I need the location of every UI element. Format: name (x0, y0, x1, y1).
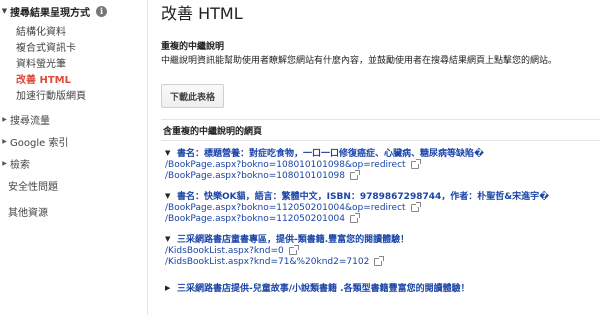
nav-search-traffic[interactable]: ▶ 搜尋流量 (0, 108, 147, 130)
external-link-icon[interactable] (350, 212, 360, 223)
sidebar-item-label: 資料螢光筆 (16, 58, 66, 70)
url-text: /BookPage.aspx?bokno=112050201004&op=red… (165, 202, 406, 213)
nav-section-search-appearance: ▼ 搜尋結果呈現方式 i 結構化資料 複合式資訊卡 資料螢光筆 改善 HTML … (0, 0, 147, 102)
url-text: /BookPage.aspx?bokno=108010101098 (165, 170, 345, 181)
info-icon[interactable]: i (96, 5, 107, 17)
page-title: 改善 HTML (161, 4, 243, 23)
section-description: 中繼說明資訊能幫助使用者瞭解您網站有什麼內容，並鼓勵使用者在搜尋結果網頁上點擊您… (161, 56, 558, 66)
sidebar-item-rich-cards[interactable]: 複合式資訊卡 (0, 38, 147, 54)
download-table-button[interactable]: 下載此表格 (161, 84, 225, 108)
page-list: ▼ 書名：標題營養：對症吃食物，一口一口修復癌症、心臟病、糖尿病等缺陷� /Bo… (161, 146, 600, 302)
group-title[interactable]: ▶ 三采網路書店提供-兒童故事/小說類書籍 .各類型書籍豐富您的閱讀體驗！ (165, 281, 600, 295)
main-content: 改善 HTML 重複的中繼說明 中繼說明資訊能幫助使用者瞭解您網站有什麼內容，並… (160, 0, 600, 315)
section-heading: 重複的中繼說明 (161, 42, 225, 52)
sidebar-item-label: 複合式資訊卡 (16, 42, 76, 54)
nav-label: 搜尋流量 (10, 115, 50, 127)
external-link-icon[interactable] (288, 244, 299, 255)
nav-crawl[interactable]: ▶ 檢索 (0, 152, 147, 174)
url-link[interactable]: /KidsBookList.aspx?knd=71&%20knd2=7102 (165, 255, 600, 267)
url-link[interactable]: /KidsBookList.aspx?knd=0 (165, 244, 600, 256)
page-group: ▼ 書名：快樂OK貓，語言：繁體中文，ISBN：9789867298744，作者… (161, 189, 600, 224)
table-header: 含重複的中繼說明的網頁 (161, 119, 600, 141)
triangle-down-icon: ▼ (165, 234, 171, 243)
triangle-right-icon: ▶ (2, 115, 7, 123)
url-text: /BookPage.aspx?bokno=112050201004 (165, 213, 345, 224)
nav-label: 檢索 (10, 159, 30, 171)
triangle-right-icon: ▶ (2, 159, 7, 167)
url-text: /KidsBookList.aspx?knd=71&%20knd2=7102 (165, 256, 370, 267)
triangle-down-icon: ▼ (1, 7, 8, 15)
sidebar-item-label: 結構化資料 (16, 26, 66, 38)
nav-google-index[interactable]: ▶ Google 索引 (0, 130, 147, 152)
sidebar-item-html-improvements[interactable]: 改善 HTML (0, 70, 147, 86)
group-title[interactable]: ▼ 書名：標題營養：對症吃食物，一口一口修復癌症、心臟病、糖尿病等缺陷� (165, 146, 600, 160)
triangle-down-icon: ▼ (165, 191, 171, 200)
group-title[interactable]: ▼ 書名：快樂OK貓，語言：繁體中文，ISBN：9789867298744，作者… (165, 189, 600, 203)
url-link[interactable]: /BookPage.aspx?bokno=112050201004&op=red… (165, 201, 600, 213)
nav-label: 其他資源 (8, 207, 48, 219)
sidebar-item-structured-data[interactable]: 結構化資料 (0, 22, 147, 38)
group-title-text: 書名：標題營養：對症吃食物，一口一口修復癌症、心臟病、糖尿病等缺陷� (177, 149, 485, 159)
nav-other-resources[interactable]: 其他資源 (0, 200, 147, 222)
sidebar-item-label: 加速行動版網頁 (16, 90, 86, 102)
sidebar-item-label: 改善 HTML (16, 74, 71, 86)
group-title-text: 三采網路書店童書專區，提供-類書籍.豐富您的閱讀體驗！ (177, 235, 410, 245)
external-link-icon[interactable] (410, 158, 421, 169)
group-title-text: 書名：快樂OK貓，語言：繁體中文，ISBN：9789867298744，作者：朴… (177, 192, 550, 202)
sidebar-item-data-highlighter[interactable]: 資料螢光筆 (0, 54, 147, 70)
triangle-right-icon: ▶ (2, 137, 7, 145)
url-text: /KidsBookList.aspx?knd=0 (165, 245, 284, 256)
group-title[interactable]: ▼ 三采網路書店童書專區，提供-類書籍.豐富您的閱讀體驗！ (165, 232, 600, 246)
url-text: /BookPage.aspx?bokno=108010101098&op=red… (165, 159, 406, 170)
page-group: ▶ 三采網路書店提供-兒童故事/小說類書籍 .各類型書籍豐富您的閱讀體驗！ (161, 281, 600, 295)
sidebar: ▼ 搜尋結果呈現方式 i 結構化資料 複合式資訊卡 資料螢光筆 改善 HTML … (0, 0, 148, 315)
external-link-icon[interactable] (350, 169, 360, 180)
external-link-icon[interactable] (410, 201, 421, 212)
triangle-right-icon: ▶ (165, 283, 171, 292)
url-link[interactable]: /BookPage.aspx?bokno=108010101098 (165, 169, 600, 181)
nav-label: Google 索引 (10, 137, 69, 149)
sidebar-item-amp[interactable]: 加速行動版網頁 (0, 86, 147, 102)
url-link[interactable]: /BookPage.aspx?bokno=112050201004 (165, 212, 600, 224)
url-link[interactable]: /BookPage.aspx?bokno=108010101098&op=red… (165, 158, 600, 170)
group-title-text: 三采網路書店提供-兒童故事/小說類書籍 .各類型書籍豐富您的閱讀體驗！ (177, 284, 470, 294)
external-link-icon[interactable] (374, 255, 385, 266)
nav-header-search-appearance[interactable]: ▼ 搜尋結果呈現方式 i (0, 0, 147, 22)
page-group: ▼ 書名：標題營養：對症吃食物，一口一口修復癌症、心臟病、糖尿病等缺陷� /Bo… (161, 146, 600, 181)
page-group: ▼ 三采網路書店童書專區，提供-類書籍.豐富您的閱讀體驗！ /KidsBookL… (161, 232, 600, 267)
triangle-down-icon: ▼ (165, 148, 171, 157)
nav-header-label: 搜尋結果呈現方式 (10, 7, 90, 19)
nav-security-issues[interactable]: 安全性問題 (0, 174, 147, 196)
nav-label: 安全性問題 (8, 181, 58, 193)
